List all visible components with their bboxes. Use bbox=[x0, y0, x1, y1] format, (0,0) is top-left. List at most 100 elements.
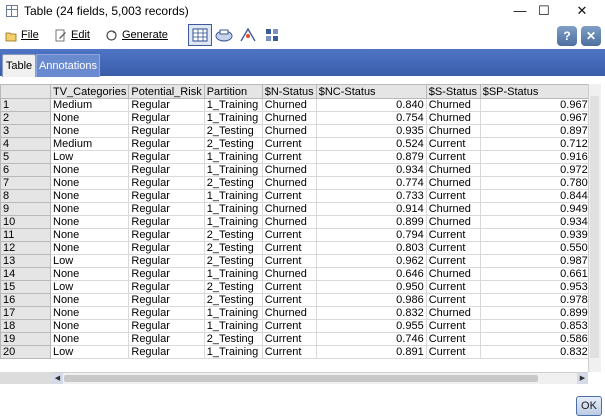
table-cell[interactable]: Current bbox=[425, 293, 481, 307]
table-cell[interactable]: None bbox=[49, 202, 130, 216]
row-number-cell[interactable]: 5 bbox=[0, 150, 51, 164]
scroll-left-arrow-icon[interactable]: ◀ bbox=[52, 373, 63, 384]
table-cell[interactable]: Current bbox=[425, 137, 481, 151]
table-cell[interactable]: Current bbox=[425, 280, 481, 294]
table-cell[interactable]: 1_Training bbox=[203, 215, 263, 229]
row-number-cell[interactable]: 2 bbox=[0, 111, 51, 125]
table-cell[interactable]: Regular bbox=[128, 98, 205, 112]
table-cell[interactable]: 2_Testing bbox=[203, 137, 263, 151]
table-cell[interactable]: Regular bbox=[128, 124, 205, 138]
table-cell[interactable]: 1_Training bbox=[203, 319, 263, 333]
table-cell[interactable]: 0.914 bbox=[315, 202, 427, 216]
table-cell[interactable]: 2_Testing bbox=[203, 176, 263, 190]
table-cell[interactable]: Regular bbox=[128, 293, 205, 307]
table-cell[interactable]: None bbox=[49, 306, 130, 320]
table-cell[interactable]: 0.939 bbox=[479, 228, 591, 242]
table-cell[interactable]: 0.955 bbox=[315, 319, 427, 333]
table-cell[interactable]: Churned bbox=[261, 215, 317, 229]
table-row[interactable]: 3 None Regular 2_Testing Churned 0.935 Churned… bbox=[0, 124, 591, 138]
row-number-header[interactable] bbox=[0, 84, 51, 99]
table-cell[interactable]: Churned bbox=[425, 124, 481, 138]
table-cell[interactable]: 0.953 bbox=[479, 280, 591, 294]
table-row[interactable]: 9 None Regular 1_Training Churned 0.914 Churne… bbox=[0, 202, 591, 216]
table-row[interactable]: 16 None Regular 2_Testing Current 0.986 Curren… bbox=[0, 293, 591, 307]
table-row[interactable]: 12 None Regular 2_Testing Current 0.803 Curren… bbox=[0, 241, 591, 255]
table-cell[interactable]: 1_Training bbox=[203, 345, 263, 359]
table-cell[interactable]: Churned bbox=[425, 306, 481, 320]
table-cell[interactable]: Churned bbox=[261, 124, 317, 138]
table-cell[interactable]: Current bbox=[425, 241, 481, 255]
row-number-cell[interactable]: 9 bbox=[0, 202, 51, 216]
close-panel-button[interactable]: ✕ bbox=[581, 26, 601, 46]
table-cell[interactable]: 0.550 bbox=[479, 241, 591, 255]
table-cell[interactable]: None bbox=[49, 163, 130, 177]
column-header[interactable]: $SP-Status bbox=[479, 84, 591, 99]
table-cell[interactable]: Regular bbox=[128, 345, 205, 359]
close-window-button[interactable]: ✕ bbox=[559, 0, 605, 22]
table-row[interactable]: 2 None Regular 1_Training Churned 0.754 Churne… bbox=[0, 111, 591, 125]
column-header[interactable]: Partition bbox=[203, 84, 263, 99]
table-cell[interactable]: 0.934 bbox=[315, 163, 427, 177]
row-number-cell[interactable]: 13 bbox=[0, 254, 51, 268]
row-number-cell[interactable]: 3 bbox=[0, 124, 51, 138]
help-button[interactable]: ? bbox=[557, 26, 577, 46]
table-cell[interactable]: Churned bbox=[425, 163, 481, 177]
table-cell[interactable]: 0.832 bbox=[479, 345, 591, 359]
table-cell[interactable]: 0.950 bbox=[315, 280, 427, 294]
column-header[interactable]: $N-Status bbox=[261, 84, 317, 99]
generate-menu[interactable]: Generate bbox=[105, 26, 168, 44]
file-menu[interactable]: File bbox=[4, 26, 39, 44]
table-cell[interactable]: 0.899 bbox=[315, 215, 427, 229]
table-cell[interactable]: 0.733 bbox=[315, 189, 427, 203]
options-icon[interactable] bbox=[260, 24, 284, 46]
row-number-cell[interactable]: 8 bbox=[0, 189, 51, 203]
table-cell[interactable]: 0.935 bbox=[315, 124, 427, 138]
table-cell[interactable]: 2_Testing bbox=[203, 293, 263, 307]
column-header[interactable]: TV_Categories bbox=[49, 84, 130, 99]
table-cell[interactable]: 0.794 bbox=[315, 228, 427, 242]
table-cell[interactable]: 0.661 bbox=[479, 267, 591, 281]
table-row[interactable]: 10 None Regular 1_Training Churned 0.899 Churn… bbox=[0, 215, 591, 229]
table-cell[interactable]: Regular bbox=[128, 306, 205, 320]
table-cell[interactable]: Churned bbox=[425, 202, 481, 216]
table-cell[interactable]: Current bbox=[261, 332, 317, 346]
table-cell[interactable]: 0.840 bbox=[315, 98, 427, 112]
table-cell[interactable]: 1_Training bbox=[203, 163, 263, 177]
row-number-cell[interactable]: 12 bbox=[0, 241, 51, 255]
table-cell[interactable]: 0.853 bbox=[479, 319, 591, 333]
row-number-cell[interactable]: 11 bbox=[0, 228, 51, 242]
table-cell[interactable]: Regular bbox=[128, 189, 205, 203]
table-cell[interactable]: 0.986 bbox=[315, 293, 427, 307]
table-cell[interactable]: Regular bbox=[128, 202, 205, 216]
table-cell[interactable]: 1_Training bbox=[203, 150, 263, 164]
table-cell[interactable]: Regular bbox=[128, 111, 205, 125]
table-cell[interactable]: None bbox=[49, 267, 130, 281]
table-cell[interactable]: Medium bbox=[49, 98, 130, 112]
table-cell[interactable]: Current bbox=[425, 150, 481, 164]
vertical-scroll-thumb[interactable] bbox=[590, 96, 599, 358]
table-cell[interactable]: Current bbox=[261, 254, 317, 268]
table-cell[interactable]: None bbox=[49, 293, 130, 307]
row-number-cell[interactable]: 10 bbox=[0, 215, 51, 229]
table-cell[interactable]: Regular bbox=[128, 228, 205, 242]
table-row[interactable]: 7 None Regular 2_Testing Churned 0.774 Churned… bbox=[0, 176, 591, 190]
table-cell[interactable]: Regular bbox=[128, 319, 205, 333]
table-cell[interactable]: Current bbox=[425, 332, 481, 346]
table-cell[interactable]: 1_Training bbox=[203, 267, 263, 281]
table-cell[interactable]: 0.524 bbox=[315, 137, 427, 151]
table-cell[interactable]: Churned bbox=[425, 176, 481, 190]
table-cell[interactable]: 2_Testing bbox=[203, 280, 263, 294]
table-row[interactable]: 4 Medium Regular 2_Testing Current 0.524 Curre… bbox=[0, 137, 591, 151]
scroll-right-arrow-icon[interactable]: ▶ bbox=[577, 373, 588, 384]
tab-annotations[interactable]: Annotations bbox=[36, 54, 100, 77]
table-cell[interactable]: Regular bbox=[128, 150, 205, 164]
row-number-cell[interactable]: 19 bbox=[0, 332, 51, 346]
row-number-cell[interactable]: 20 bbox=[0, 345, 51, 359]
tab-table[interactable]: Table bbox=[2, 54, 36, 77]
table-row[interactable]: 8 None Regular 1_Training Current 0.733 Curren… bbox=[0, 189, 591, 203]
print-icon[interactable] bbox=[212, 24, 236, 46]
table-cell[interactable]: Regular bbox=[128, 215, 205, 229]
table-cell[interactable]: None bbox=[49, 228, 130, 242]
table-cell[interactable]: None bbox=[49, 124, 130, 138]
edit-menu[interactable]: Edit bbox=[54, 26, 90, 44]
